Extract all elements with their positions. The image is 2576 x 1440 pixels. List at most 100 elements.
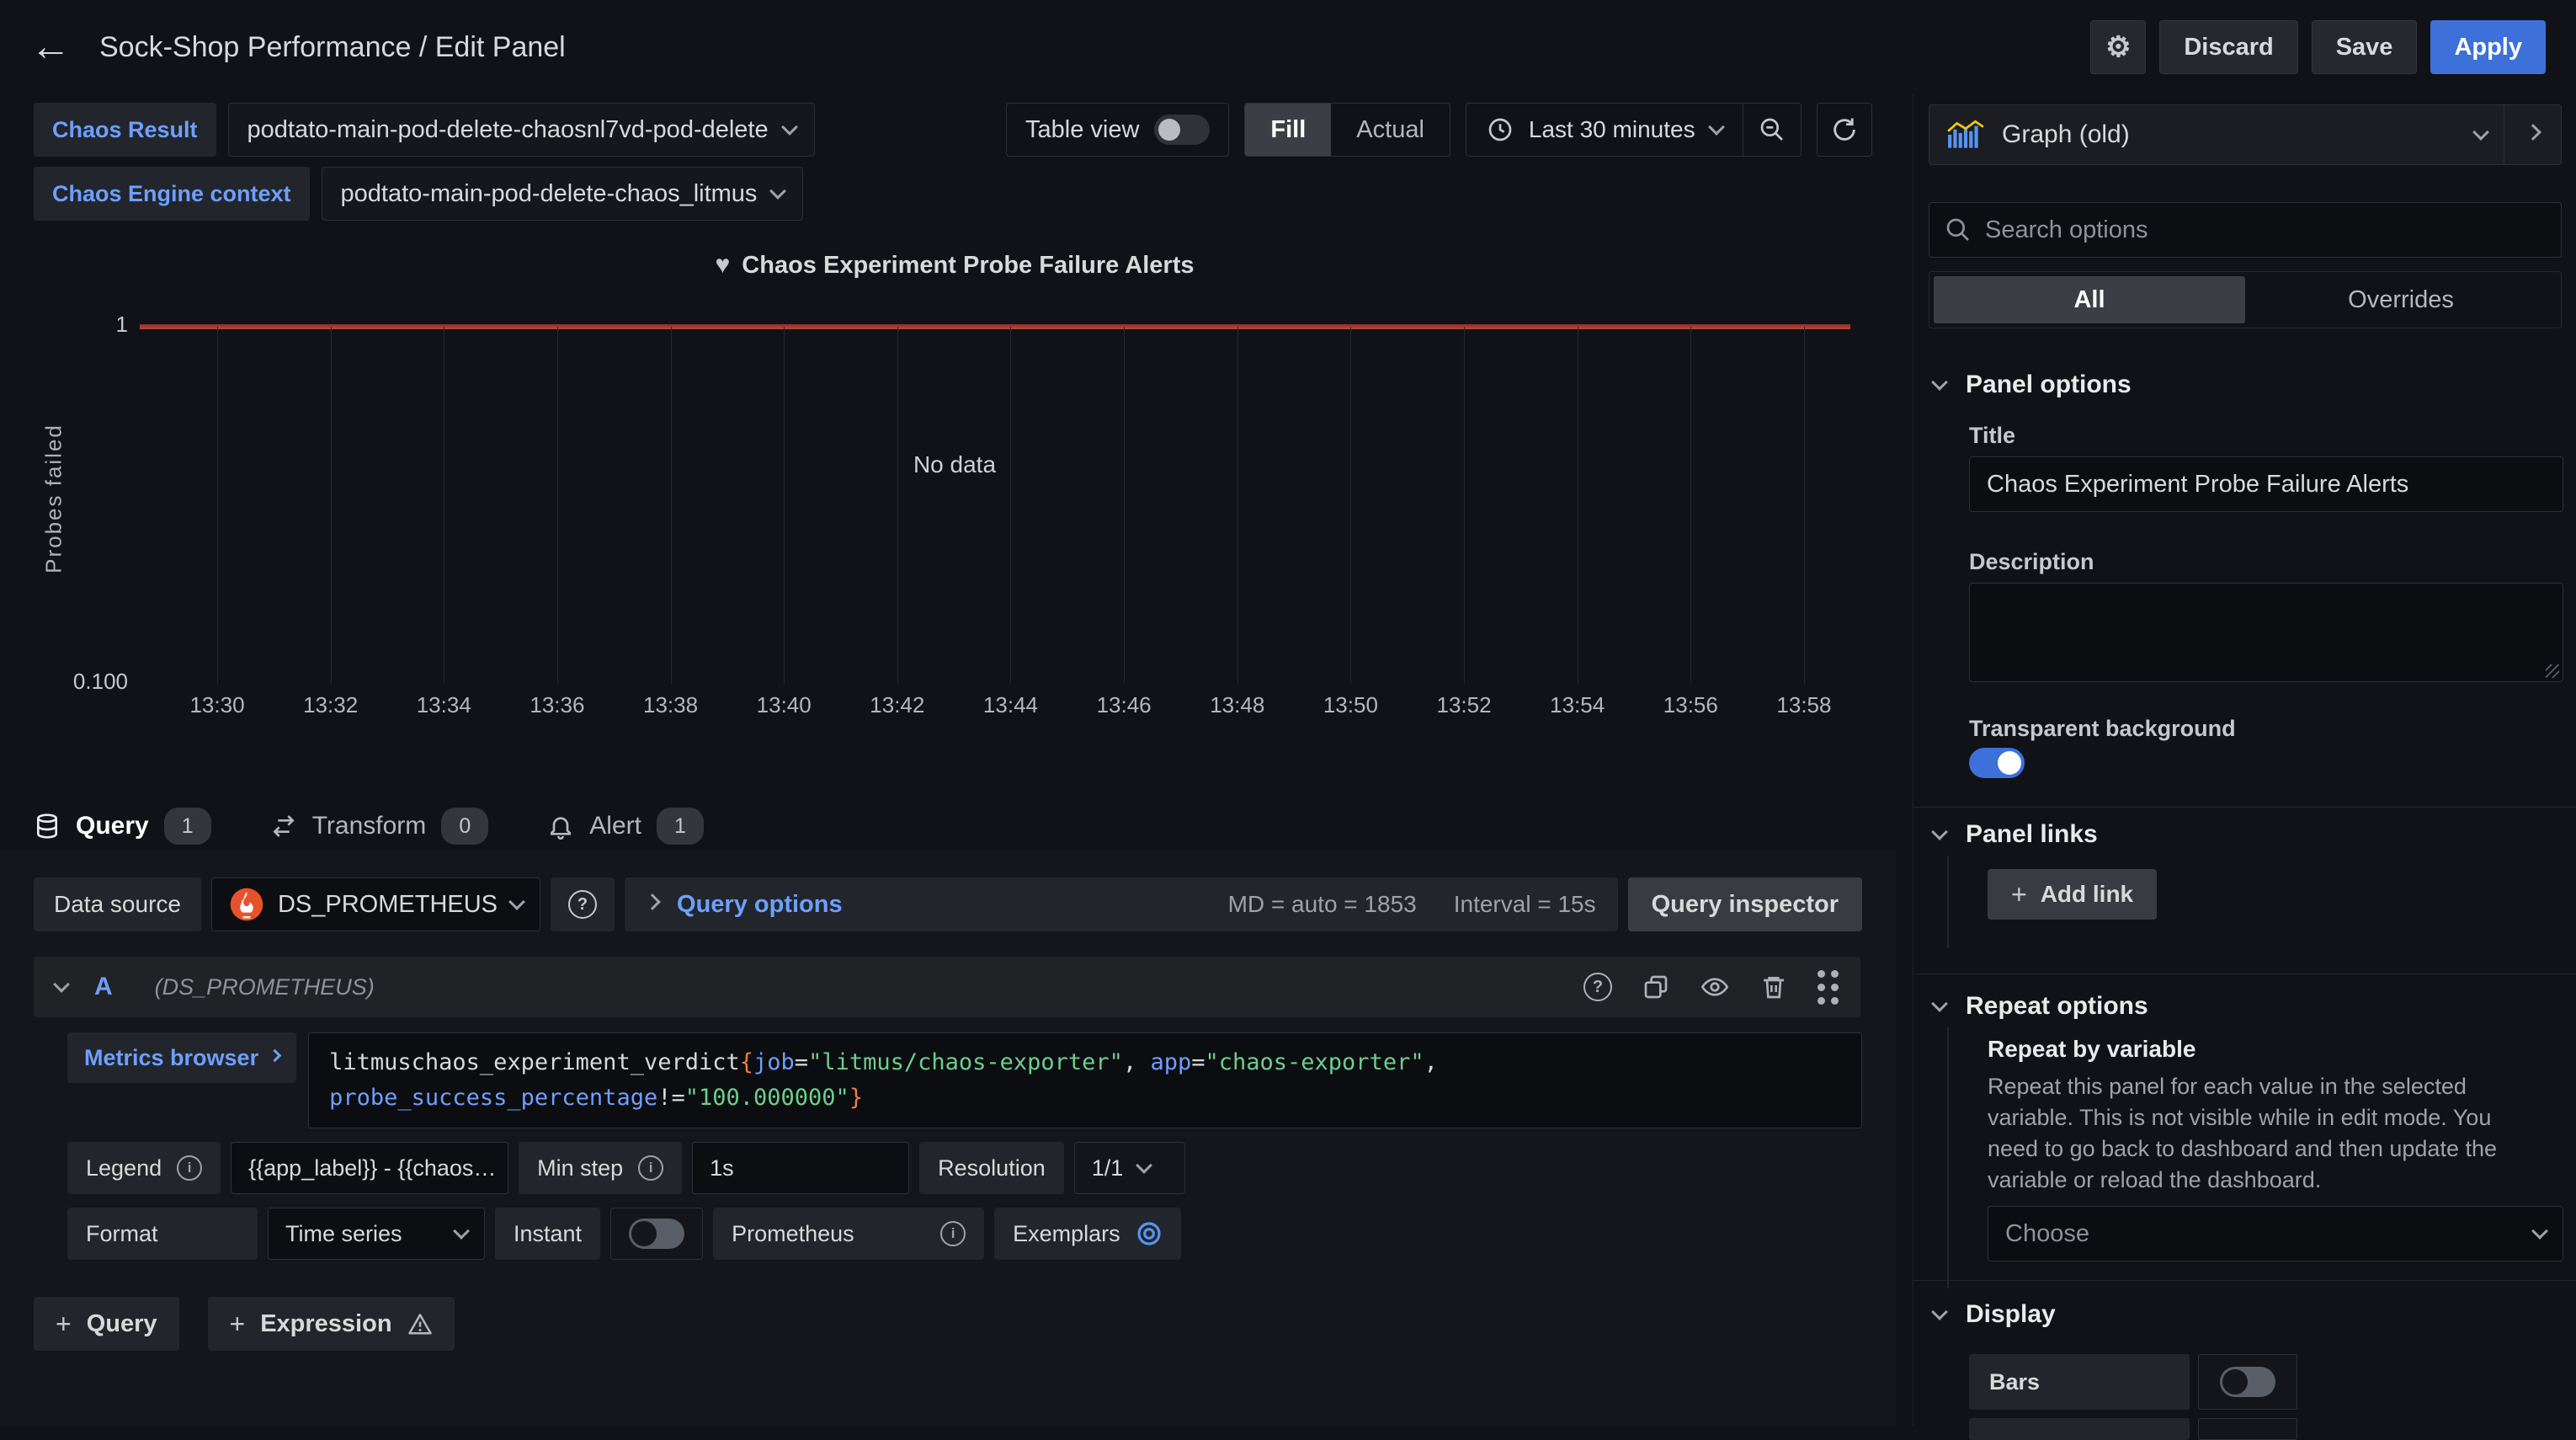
query-row-header[interactable]: A (DS_PROMETHEUS) ? xyxy=(34,957,1860,1017)
tab-query[interactable]: Query 1 xyxy=(34,802,211,851)
refresh-icon xyxy=(1830,115,1859,144)
query-expression-row: Metrics browser litmuschaos_experiment_v… xyxy=(67,1032,1862,1128)
next-option-toggle-box xyxy=(2198,1418,2297,1440)
bars-toggle[interactable] xyxy=(2220,1367,2275,1397)
actual-option[interactable]: Actual xyxy=(1331,104,1450,156)
promql-token: } xyxy=(849,1085,863,1111)
datasource-help-button[interactable]: ? xyxy=(551,877,615,931)
warning-triangle-icon xyxy=(407,1311,433,1336)
promql-token: "100.000000" xyxy=(685,1085,849,1111)
query-editor-panel: Data source DS_PROMETHEUS ? Query option… xyxy=(0,851,1896,1427)
gridline xyxy=(1804,327,1805,684)
plus-icon: + xyxy=(56,1309,72,1340)
repeat-variable-select[interactable]: Choose xyxy=(1988,1206,2563,1261)
save-button[interactable]: Save xyxy=(2312,20,2418,74)
plus-icon: + xyxy=(2011,879,2027,910)
discard-button[interactable]: Discard xyxy=(2159,20,2297,74)
instant-toggle[interactable] xyxy=(629,1219,684,1249)
promql-token: != xyxy=(657,1085,685,1111)
legend-row: Legend i {{app_label}} - {{chaos… Min st… xyxy=(67,1142,1862,1194)
gridline xyxy=(557,327,558,684)
legend-input[interactable]: {{app_label}} - {{chaos… xyxy=(231,1142,508,1194)
prometheus-icon xyxy=(229,887,264,922)
database-icon xyxy=(34,812,61,840)
transparent-background-toggle[interactable] xyxy=(1969,748,2025,778)
query-help-icon[interactable]: ? xyxy=(1583,973,1612,1001)
promql-editor[interactable]: litmuschaos_experiment_verdict{job="litm… xyxy=(308,1032,1862,1128)
prometheus-type-label: Prometheus i xyxy=(713,1208,984,1260)
view-controls: Table view Fill Actual Last 30 minutes xyxy=(1006,103,1872,157)
tab-alert[interactable]: Alert 1 xyxy=(547,802,704,851)
toggle-knob xyxy=(1158,119,1180,141)
chevron-down-icon xyxy=(781,119,798,136)
options-search-input[interactable] xyxy=(1985,216,2546,244)
tab-count-badge: 0 xyxy=(441,808,488,845)
refresh-button[interactable] xyxy=(1817,103,1872,157)
query-inspector-button[interactable]: Query inspector xyxy=(1628,877,1862,931)
promql-token: app xyxy=(1150,1049,1191,1075)
duplicate-query-icon[interactable] xyxy=(1642,973,1669,1000)
metrics-browser-button[interactable]: Metrics browser xyxy=(67,1032,296,1083)
delete-query-trash-icon[interactable] xyxy=(1760,973,1787,1000)
fill-option[interactable]: Fill xyxy=(1245,104,1331,156)
min-step-input[interactable]: 1s xyxy=(692,1142,909,1194)
time-range-button[interactable]: Last 30 minutes xyxy=(1466,116,1743,143)
gridline xyxy=(1690,327,1691,684)
tab-count-badge: 1 xyxy=(164,808,211,845)
promql-token: = xyxy=(1191,1049,1205,1075)
hide-query-eye-icon[interactable] xyxy=(1700,973,1730,1000)
panel-title-input[interactable] xyxy=(1969,456,2563,512)
bars-option-row: Bars xyxy=(1969,1354,2297,1410)
table-view-toggle[interactable] xyxy=(1154,115,1210,145)
datasource-label: Data source xyxy=(34,877,201,931)
exemplars-bullseye-icon[interactable] xyxy=(1136,1220,1163,1247)
promql-token: job xyxy=(753,1049,795,1075)
section-panel-links[interactable]: Panel links xyxy=(1934,820,2098,849)
apply-button[interactable]: Apply xyxy=(2430,20,2546,74)
description-textarea[interactable] xyxy=(1969,583,2563,682)
toggle-options-pane-button[interactable] xyxy=(2504,105,2561,164)
interval: Interval = 15s xyxy=(1454,891,1596,918)
variable-value-chaos-result[interactable]: podtato-main-pod-delete-chaosnl7vd-pod-d… xyxy=(228,103,815,157)
gridline xyxy=(331,327,332,684)
datasource-picker[interactable]: DS_PROMETHEUS xyxy=(211,877,540,931)
add-expression-button[interactable]: + Expression xyxy=(208,1297,455,1351)
section-display[interactable]: Display xyxy=(1934,1300,2056,1329)
y-tick-1: 1 xyxy=(0,312,128,338)
gridline xyxy=(1464,327,1465,684)
query-options-bar[interactable]: Query options MD = auto = 1853 Interval … xyxy=(625,877,1618,931)
promql-token: { xyxy=(740,1049,753,1075)
tab-all[interactable]: All xyxy=(1934,276,2245,323)
panel-settings-button[interactable]: ⚙ xyxy=(2090,20,2146,74)
format-select[interactable]: Time series xyxy=(268,1208,485,1260)
plot-area[interactable]: No data xyxy=(140,327,1850,684)
zoom-out-button[interactable] xyxy=(1743,104,1801,156)
section-guide-line xyxy=(1947,856,1949,948)
resolution-select[interactable]: 1/1 xyxy=(1074,1142,1185,1194)
back-arrow-icon[interactable]: ← xyxy=(30,27,71,67)
chevron-down-icon xyxy=(1931,374,1948,391)
x-tick-label: 13:44 xyxy=(983,692,1038,718)
query-options-link[interactable]: Query options xyxy=(677,891,843,919)
drag-handle-icon[interactable] xyxy=(1818,970,1839,1005)
visualization-button[interactable]: Graph (old) xyxy=(1929,105,2504,164)
section-repeat-options[interactable]: Repeat options xyxy=(1934,992,2148,1021)
y-axis-label: Probes failed xyxy=(41,424,67,573)
alert-heart-icon: ♥ xyxy=(715,251,730,279)
promql-token: probe_success_percentage xyxy=(329,1085,657,1111)
options-search xyxy=(1929,202,2562,258)
graph-viz-icon xyxy=(1946,119,1985,151)
min-step-label: Min step i xyxy=(519,1142,682,1194)
instant-toggle-box xyxy=(610,1208,703,1260)
tab-transform[interactable]: Transform 0 xyxy=(270,802,489,851)
tab-overrides[interactable]: Overrides xyxy=(2245,276,2557,323)
metrics-browser-label: Metrics browser xyxy=(84,1045,258,1071)
chevron-right-icon xyxy=(269,1048,282,1062)
add-link-button[interactable]: + Add link xyxy=(1988,869,2157,920)
variable-value-chaos-engine-context[interactable]: podtato-main-pod-delete-chaos_litmus xyxy=(322,167,804,221)
add-expression-label: Expression xyxy=(260,1310,391,1338)
repeat-by-variable-label: Repeat by variable xyxy=(1988,1036,2195,1063)
add-query-button[interactable]: + Query xyxy=(34,1297,179,1351)
fill-actual-segmented: Fill Actual xyxy=(1244,103,1450,157)
section-panel-options[interactable]: Panel options xyxy=(1934,371,2132,399)
